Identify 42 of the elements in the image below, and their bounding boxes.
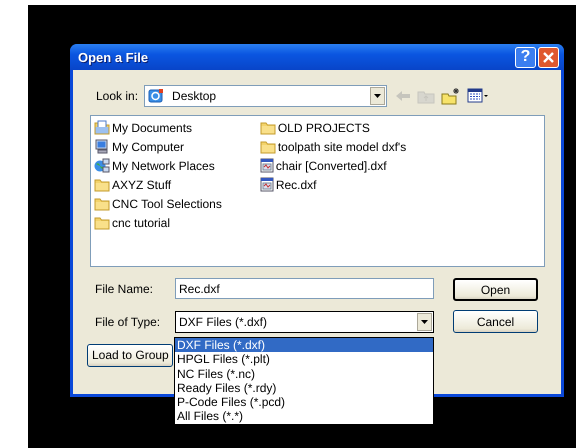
file-type-option[interactable]: Ready Files (*.rdy) — [175, 380, 433, 396]
file-item[interactable]: My Computer — [94, 137, 222, 156]
load-to-group-button[interactable]: Load to Group — [87, 344, 173, 366]
document-icon — [260, 158, 274, 173]
file-type-option[interactable]: DXF Files (*.dxf) — [175, 338, 433, 352]
computer-icon — [94, 139, 110, 154]
file-type-option[interactable]: NC Files (*.nc) — [175, 366, 433, 381]
file-item[interactable]: chair [Converted].dxf — [260, 156, 406, 175]
file-type-option[interactable]: All Files (*.*) — [175, 409, 433, 424]
file-item[interactable]: toolpath site model dxf's — [260, 137, 406, 156]
file-item[interactable]: My Documents — [94, 118, 222, 137]
help-button[interactable]: ? — [515, 46, 536, 68]
folder-icon — [94, 178, 110, 192]
view-menu-icon[interactable] — [467, 88, 490, 104]
file-type-dropdown[interactable]: DXF Files (*.dxf) — [175, 310, 434, 332]
folder-icon — [260, 140, 276, 154]
close-icon — [542, 50, 555, 64]
close-button[interactable] — [538, 46, 559, 68]
new-folder-icon[interactable] — [441, 87, 462, 105]
file-type-option[interactable]: P-Code Files (*.pcd) — [175, 395, 433, 410]
folder-icon — [94, 216, 110, 230]
file-type-option[interactable]: HPGL Files (*.plt) — [175, 352, 433, 367]
folder-icon — [94, 196, 110, 210]
cancel-button[interactable]: Cancel — [453, 310, 538, 333]
file-item[interactable]: CNC Tool Selections — [94, 194, 222, 213]
documents-folder-icon — [94, 120, 110, 135]
window-title: Open a File — [78, 50, 148, 64]
desktop-icon — [148, 88, 164, 104]
file-type-label: File of Type: — [95, 314, 162, 328]
file-item[interactable]: cnc tutorial — [94, 213, 222, 232]
network-globe-icon — [94, 158, 110, 173]
folder-icon — [260, 120, 276, 134]
look-in-label: Look in: — [96, 89, 138, 103]
document-icon — [260, 177, 274, 192]
file-item[interactable]: My Network Places — [94, 156, 222, 175]
file-name-field[interactable]: Rec.dxf — [175, 278, 434, 299]
file-item[interactable]: Rec.dxf — [260, 175, 406, 194]
file-name-label: File Name: — [95, 282, 154, 296]
file-item[interactable]: AXYZ Stuff — [94, 175, 222, 194]
file-item[interactable]: OLD PROJECTS — [260, 118, 406, 137]
open-button[interactable]: Open — [453, 278, 538, 301]
look-in-dropdown[interactable]: Desktop — [144, 85, 388, 107]
